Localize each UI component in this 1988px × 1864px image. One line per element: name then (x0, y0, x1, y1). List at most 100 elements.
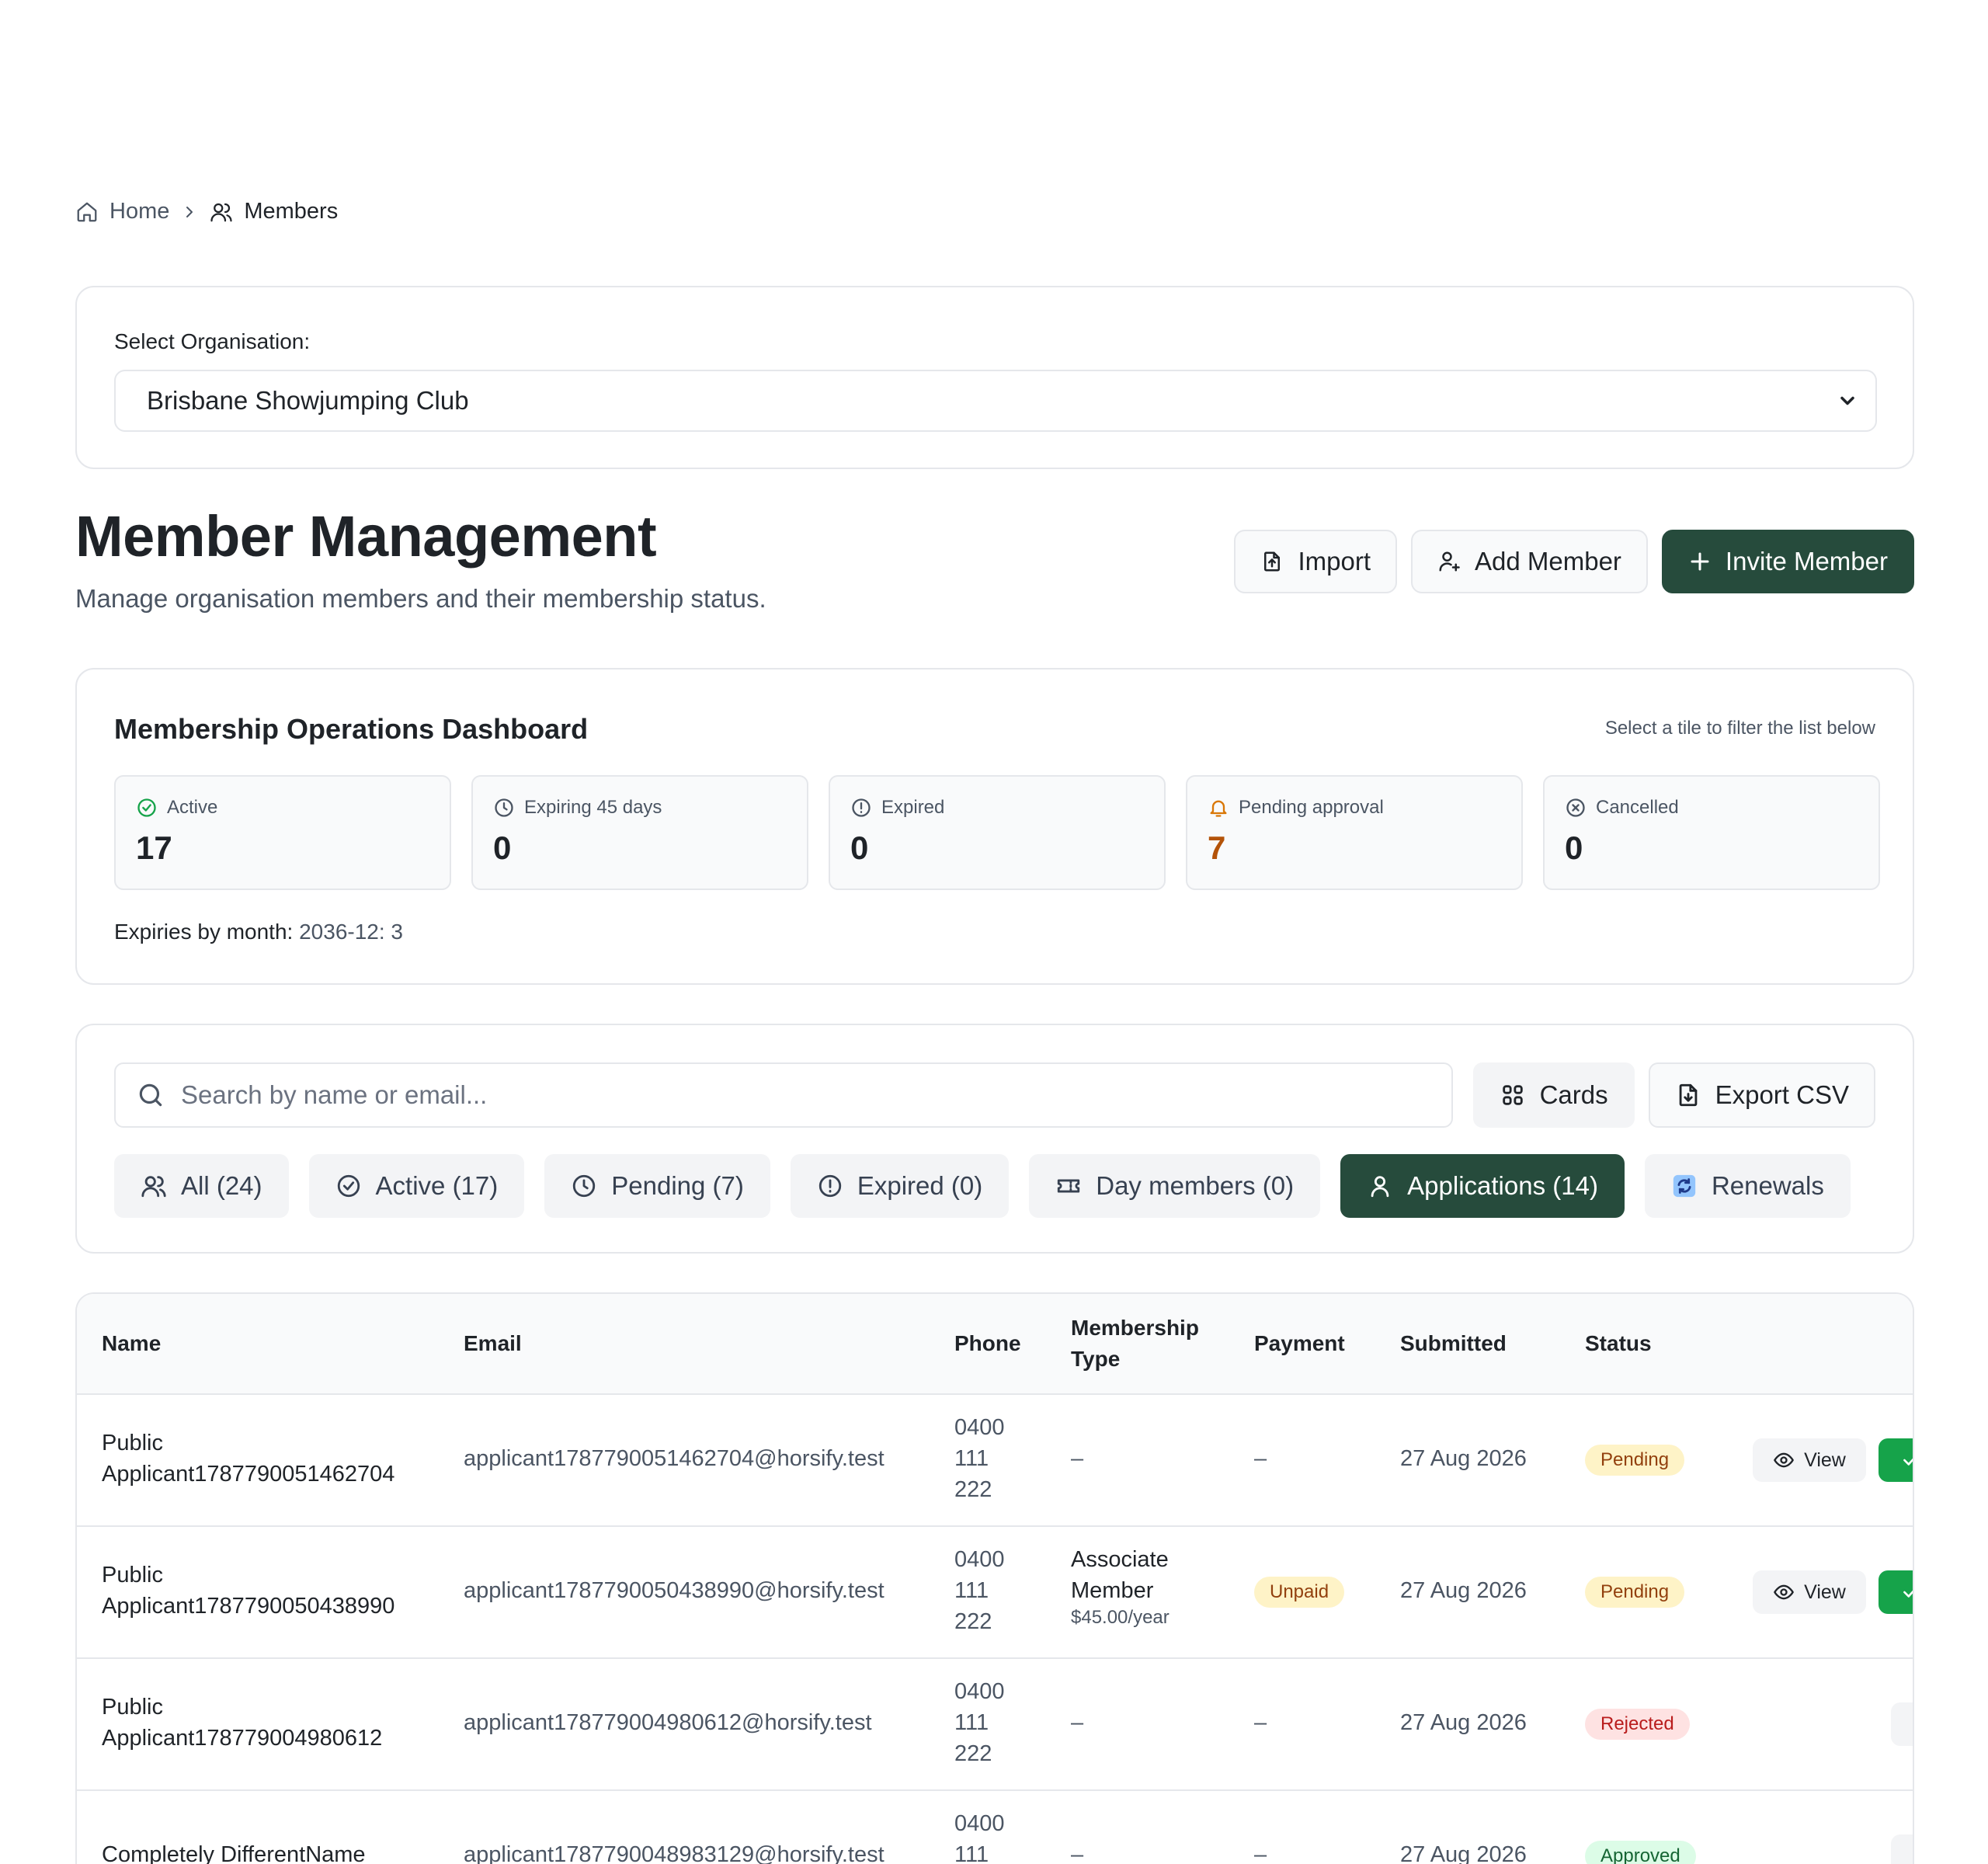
row-action-button[interactable] (1891, 1834, 1913, 1864)
tab-renewals[interactable]: Renewals (1644, 1154, 1851, 1218)
add-member-button[interactable]: Add Member (1411, 530, 1648, 593)
payment-badge: Unpaid (1254, 1577, 1345, 1608)
row-phone: 0400 111 (954, 1808, 1005, 1864)
breadcrumb-home[interactable]: Home (75, 199, 169, 224)
tab-expired[interactable]: Expired (0) (790, 1154, 1010, 1218)
cards-view-button[interactable]: Cards (1472, 1062, 1635, 1128)
row-name-line1: Public (102, 1563, 163, 1588)
tab-day-members[interactable]: Day members (0) (1029, 1154, 1321, 1218)
organisation-card: Select Organisation: Brisbane Showjumpin… (75, 286, 1914, 469)
row-phone-part: 0400 (954, 1547, 1005, 1572)
tab-applications-label: Applications (14) (1407, 1171, 1598, 1200)
column-header-payment[interactable]: Payment (1254, 1328, 1345, 1359)
column-header-phone[interactable]: Phone (954, 1328, 1021, 1359)
approve-button[interactable] (1879, 1570, 1913, 1614)
filter-card: Cards Export CSV All (24) Active (17) Pe… (75, 1024, 1914, 1254)
import-button[interactable]: Import (1234, 530, 1397, 593)
row-name-line2: Applicant1787790051462704 (102, 1462, 395, 1487)
alert-circle-icon (818, 1174, 842, 1198)
import-button-label: Import (1298, 547, 1371, 576)
breadcrumb: Home Members (75, 199, 338, 224)
column-header-membership-type[interactable]: Membership Type (1071, 1313, 1199, 1375)
status-badge: Rejected (1585, 1709, 1690, 1740)
row-phone-part: 222 (954, 1741, 992, 1766)
organisation-selected-value: Brisbane Showjumping Club (147, 386, 469, 415)
status-badge: Pending (1585, 1445, 1685, 1476)
breadcrumb-home-label[interactable]: Home (109, 199, 169, 224)
row-membership-type: – (1071, 1710, 1084, 1735)
invite-member-button-label: Invite Member (1725, 547, 1888, 576)
status-badge: Approved (1585, 1841, 1696, 1864)
tab-applications[interactable]: Applications (14) (1340, 1154, 1625, 1218)
table-row[interactable]: Public Applicant1787790051462704 applica… (77, 1395, 1913, 1527)
row-submitted: 27 Aug 2026 (1400, 1710, 1527, 1735)
column-header-actions: A (1913, 1328, 1914, 1359)
cards-view-label: Cards (1539, 1080, 1608, 1109)
row-phone-part: 111 (954, 1842, 989, 1864)
row-phone-part: 111 (954, 1578, 989, 1603)
add-member-button-label: Add Member (1475, 547, 1621, 576)
column-header-status[interactable]: Status (1585, 1328, 1652, 1359)
breadcrumb-current-label: Members (244, 199, 339, 224)
invite-member-button[interactable]: Invite Member (1661, 530, 1914, 593)
table-row[interactable]: Public Applicant178779004980612 applican… (77, 1659, 1913, 1791)
tile-pending-approval[interactable]: Pending approval 7 (1186, 775, 1523, 890)
x-circle-icon (1566, 798, 1585, 817)
view-button[interactable]: View (1753, 1570, 1866, 1614)
row-email: applicant1787790051462704@horsify.test (464, 1446, 885, 1471)
search-box[interactable] (114, 1062, 1453, 1128)
home-icon (77, 202, 97, 221)
tile-expiring-label: Expiring 45 days (524, 797, 662, 818)
tile-cancelled-value: 0 (1565, 829, 1583, 866)
alert-circle-icon (852, 798, 871, 817)
table-row[interactable]: Public Applicant1787790050438990 applica… (77, 1527, 1913, 1659)
tile-active[interactable]: Active 17 (114, 775, 451, 890)
tab-day-members-label: Day members (0) (1096, 1171, 1295, 1200)
tab-active[interactable]: Active (17) (308, 1154, 525, 1218)
tile-expiring[interactable]: Expiring 45 days 0 (471, 775, 808, 890)
tile-active-value: 17 (136, 829, 172, 866)
row-action-button[interactable] (1891, 1702, 1913, 1746)
view-button-label: View (1804, 1581, 1846, 1603)
user-icon (1371, 1176, 1389, 1198)
tab-all[interactable]: All (24) (114, 1154, 289, 1218)
eye-icon (1774, 1584, 1794, 1600)
approve-button[interactable] (1879, 1438, 1913, 1482)
clock-icon (573, 1174, 596, 1198)
organisation-label: Select Organisation: (114, 329, 311, 353)
row-phone-part: 0400 (954, 1811, 1005, 1836)
tile-expired[interactable]: Expired 0 (829, 775, 1166, 890)
tile-cancelled[interactable]: Cancelled 0 (1543, 775, 1880, 890)
export-csv-button[interactable]: Export CSV (1648, 1062, 1875, 1128)
row-payment: – (1254, 1842, 1267, 1864)
table-row[interactable]: Completely DifferentName applicant178779… (77, 1791, 1913, 1864)
search-input[interactable] (181, 1080, 1423, 1110)
column-header-name[interactable]: Name (102, 1328, 161, 1359)
users-icon (210, 203, 232, 221)
tile-pending-approval-value: 7 (1208, 829, 1226, 866)
row-payment: – (1254, 1446, 1267, 1471)
column-header-submitted[interactable]: Submitted (1400, 1328, 1507, 1359)
row-payment: – (1254, 1710, 1267, 1735)
column-header-membership-type-line1: Membership (1071, 1316, 1199, 1340)
dashboard-hint: Select a tile to filter the list below (1604, 718, 1875, 739)
organisation-select[interactable]: Brisbane Showjumping Club (114, 370, 1877, 432)
user-plus-icon (1439, 551, 1460, 572)
tab-pending[interactable]: Pending (7) (544, 1154, 770, 1218)
row-membership-price: $45.00/year (1071, 1607, 1170, 1628)
page-subtitle: Manage organisation members and their me… (75, 584, 766, 613)
row-name: Public Applicant1787790050438990 (102, 1560, 394, 1622)
check-icon (1903, 1590, 1913, 1598)
status-badge: Pending (1585, 1577, 1685, 1608)
tile-expiring-value: 0 (493, 829, 512, 866)
plus-icon (1691, 552, 1709, 571)
tile-pending-approval-label: Pending approval (1239, 797, 1384, 818)
file-upload-icon (1264, 551, 1281, 572)
row-name-line2: Applicant1787790050438990 (102, 1594, 395, 1619)
column-header-email[interactable]: Email (464, 1328, 522, 1359)
view-button[interactable]: View (1753, 1438, 1866, 1482)
row-membership-type-line1: Associate (1071, 1547, 1169, 1572)
header-actions: Import Add Member Invite Member (1234, 530, 1914, 593)
filter-tabs: All (24) Active (17) Pending (7) Expired… (114, 1154, 1851, 1218)
users-icon (141, 1176, 166, 1198)
